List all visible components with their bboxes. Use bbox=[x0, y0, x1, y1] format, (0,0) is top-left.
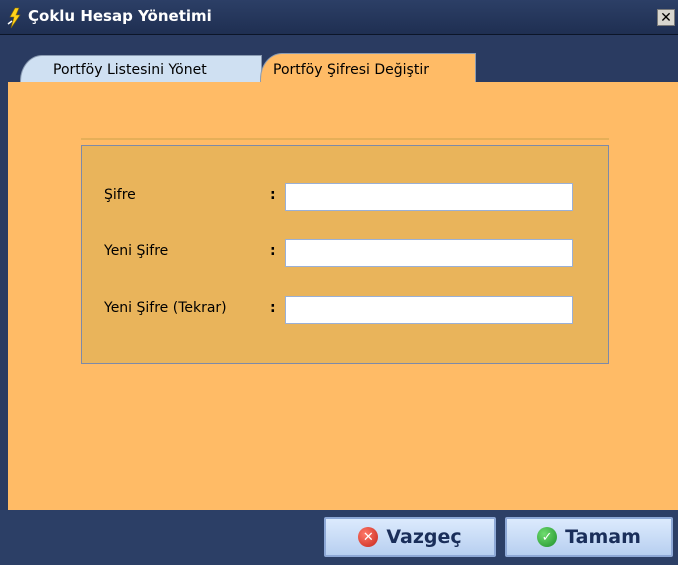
checkmark-icon: ✓ bbox=[537, 527, 558, 547]
window: Çoklu Hesap Yönetimi ✕ Portföy Listesini… bbox=[0, 0, 678, 565]
cancel-button-label: Vazgeç bbox=[386, 526, 462, 548]
close-button[interactable]: ✕ bbox=[657, 9, 675, 26]
colon-separator: : bbox=[270, 187, 276, 203]
new-password-label: Yeni Şifre bbox=[104, 243, 169, 259]
lightning-icon bbox=[7, 7, 21, 29]
window-left-edge bbox=[0, 35, 8, 510]
tab-change-password[interactable]: Portföy Şifresi Değiştir bbox=[260, 53, 476, 85]
password-label: Şifre bbox=[104, 187, 136, 203]
close-icon: ✕ bbox=[660, 9, 672, 26]
panel-top-border bbox=[81, 138, 609, 140]
ok-button-label: Tamam bbox=[565, 526, 641, 548]
colon-separator: : bbox=[270, 243, 276, 259]
confirm-password-input[interactable] bbox=[285, 296, 573, 324]
cancel-x-icon: ✕ bbox=[358, 527, 379, 547]
tab-underline bbox=[8, 82, 678, 85]
cancel-button[interactable]: ✕ Vazgeç bbox=[324, 517, 496, 557]
confirm-password-label: Yeni Şifre (Tekrar) bbox=[104, 300, 227, 316]
tab-label: Portföy Listesini Yönet bbox=[53, 61, 207, 78]
window-title: Çoklu Hesap Yönetimi bbox=[28, 7, 212, 25]
ok-button[interactable]: ✓ Tamam bbox=[505, 517, 673, 557]
tab-portfolio-list[interactable]: Portföy Listesini Yönet bbox=[20, 55, 262, 83]
colon-separator: : bbox=[270, 300, 276, 316]
current-password-input[interactable] bbox=[285, 183, 573, 211]
title-bar: Çoklu Hesap Yönetimi ✕ bbox=[0, 0, 678, 35]
new-password-input[interactable] bbox=[285, 239, 573, 267]
tab-label: Portföy Şifresi Değiştir bbox=[273, 61, 429, 78]
